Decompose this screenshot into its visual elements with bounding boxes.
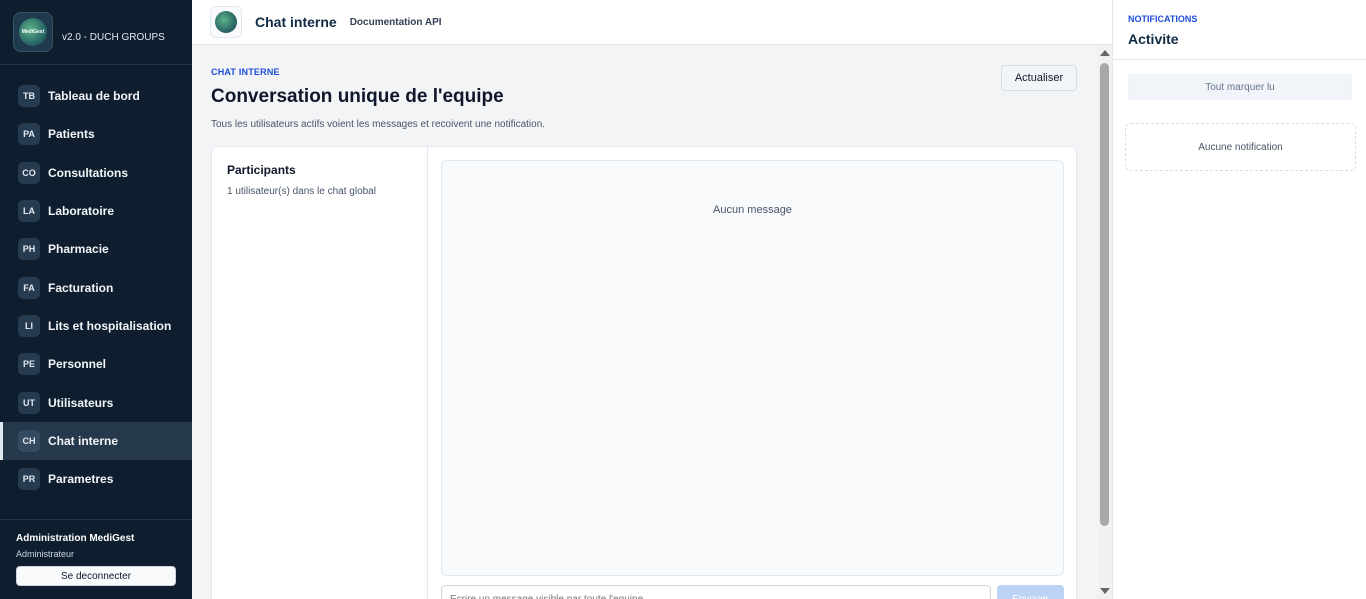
sidebar-item-label: Chat interne (48, 433, 119, 448)
brand: MediGest v2.0 - DUCH GROUPS (0, 0, 192, 65)
notifications-title: Activite (1128, 31, 1179, 47)
user-name: Administration MediGest (16, 533, 135, 544)
sidebar-footer: Administration MediGest Administrateur S… (0, 519, 192, 599)
sidebar-item-patients[interactable]: PA Patients (0, 115, 192, 153)
sidebar-item-badge: PR (18, 468, 40, 491)
sidebar-item-personnel[interactable]: PE Personnel (0, 345, 192, 383)
sidebar-item-label: Patients (48, 127, 95, 142)
sidebar-item-label: Laboratoire (48, 204, 115, 219)
globe-logo-icon: MediGest (19, 18, 47, 46)
sidebar: MediGest v2.0 - DUCH GROUPS TB Tableau de… (0, 0, 192, 599)
sidebar-item-chat-interne[interactable]: CH Chat interne (0, 421, 192, 460)
sidebar-item-label: Pharmacie (48, 242, 109, 257)
notifications-header: NOTIFICATIONS Activite (1113, 0, 1366, 60)
participants-title: Participants (227, 163, 296, 177)
sidebar-item-laboratoire[interactable]: LA Laboratoire (0, 192, 192, 230)
sidebar-item-lits-et-hospitalisation[interactable]: LI Lits et hospitalisation (0, 307, 192, 345)
sidebar-item-utilisateurs[interactable]: UT Utilisateurs (0, 383, 192, 421)
sidebar-item-label: Consultations (48, 165, 128, 180)
scroll-up-icon[interactable] (1100, 50, 1110, 56)
messages-list[interactable]: Aucun message (441, 160, 1064, 576)
sidebar-item-badge: FA (18, 276, 40, 299)
logo-text: MediGest (21, 29, 45, 35)
app-version: v2.0 - DUCH GROUPS (62, 31, 165, 43)
empty-messages-text: Aucun message (713, 204, 792, 216)
send-button[interactable]: Envoyer (997, 585, 1064, 599)
sidebar-item-badge: PH (18, 238, 40, 261)
sidebar-item-parametres[interactable]: PR Parametres (0, 460, 192, 498)
chat-card: Participants 1 utilisateur(s) dans le ch… (211, 146, 1077, 599)
sidebar-nav: TB Tableau de bord PA Patients CO Consultatio… (0, 65, 192, 498)
sidebar-item-badge: TB (18, 85, 40, 108)
globe-logo-icon (215, 11, 237, 33)
sidebar-item-label: Parametres (48, 472, 114, 487)
sidebar-item-badge: PE (18, 353, 40, 376)
sidebar-item-badge: LA (18, 200, 40, 223)
top-bar: Chat interne Documentation API (192, 0, 1112, 45)
participants-panel: Participants 1 utilisateur(s) dans le ch… (212, 147, 428, 599)
main-content: CHAT INTERNE Conversation unique de l'eq… (192, 45, 1098, 599)
notifications-panel: NOTIFICATIONS Activite Tout marquer lu A… (1112, 0, 1366, 599)
refresh-button[interactable]: Actualiser (1001, 65, 1077, 91)
logout-button[interactable]: Se deconnecter (16, 566, 176, 586)
sidebar-item-badge: PA (18, 123, 40, 146)
sidebar-item-label: Facturation (48, 280, 114, 295)
page-title: Conversation unique de l'equipe (211, 86, 504, 107)
app-logo[interactable]: MediGest (13, 12, 53, 52)
empty-notifications: Aucune notification (1125, 123, 1356, 171)
mark-all-read-button[interactable]: Tout marquer lu (1128, 74, 1352, 100)
sidebar-item-pharmacie[interactable]: PH Pharmacie (0, 230, 192, 268)
scroll-down-icon[interactable] (1100, 588, 1110, 594)
sidebar-item-tableau-de-bord[interactable]: TB Tableau de bord (0, 77, 192, 115)
sidebar-item-badge: CH (18, 429, 40, 452)
message-input[interactable] (441, 585, 991, 599)
main-scrollbar[interactable] (1098, 45, 1112, 599)
scroll-thumb[interactable] (1100, 63, 1109, 526)
sidebar-item-label: Personnel (48, 357, 107, 372)
user-role: Administrateur (16, 549, 75, 559)
sidebar-item-badge: UT (18, 391, 40, 414)
sidebar-item-label: Tableau de bord (48, 89, 140, 104)
top-logo[interactable] (210, 6, 242, 38)
sidebar-item-badge: CO (18, 161, 40, 184)
sidebar-item-label: Utilisateurs (48, 395, 114, 410)
page-header-title: Chat interne (255, 14, 337, 30)
sidebar-item-label: Lits et hospitalisation (48, 318, 172, 333)
sidebar-item-consultations[interactable]: CO Consultations (0, 154, 192, 192)
documentation-api-link[interactable]: Documentation API (350, 17, 442, 28)
participants-count: 1 utilisateur(s) dans le chat global (227, 186, 376, 197)
notifications-eyebrow: NOTIFICATIONS (1128, 14, 1198, 24)
page-description: Tous les utilisateurs actifs voient les … (211, 119, 546, 130)
section-eyebrow: CHAT INTERNE (211, 67, 280, 77)
sidebar-item-badge: LI (18, 314, 40, 337)
sidebar-item-facturation[interactable]: FA Facturation (0, 268, 192, 306)
